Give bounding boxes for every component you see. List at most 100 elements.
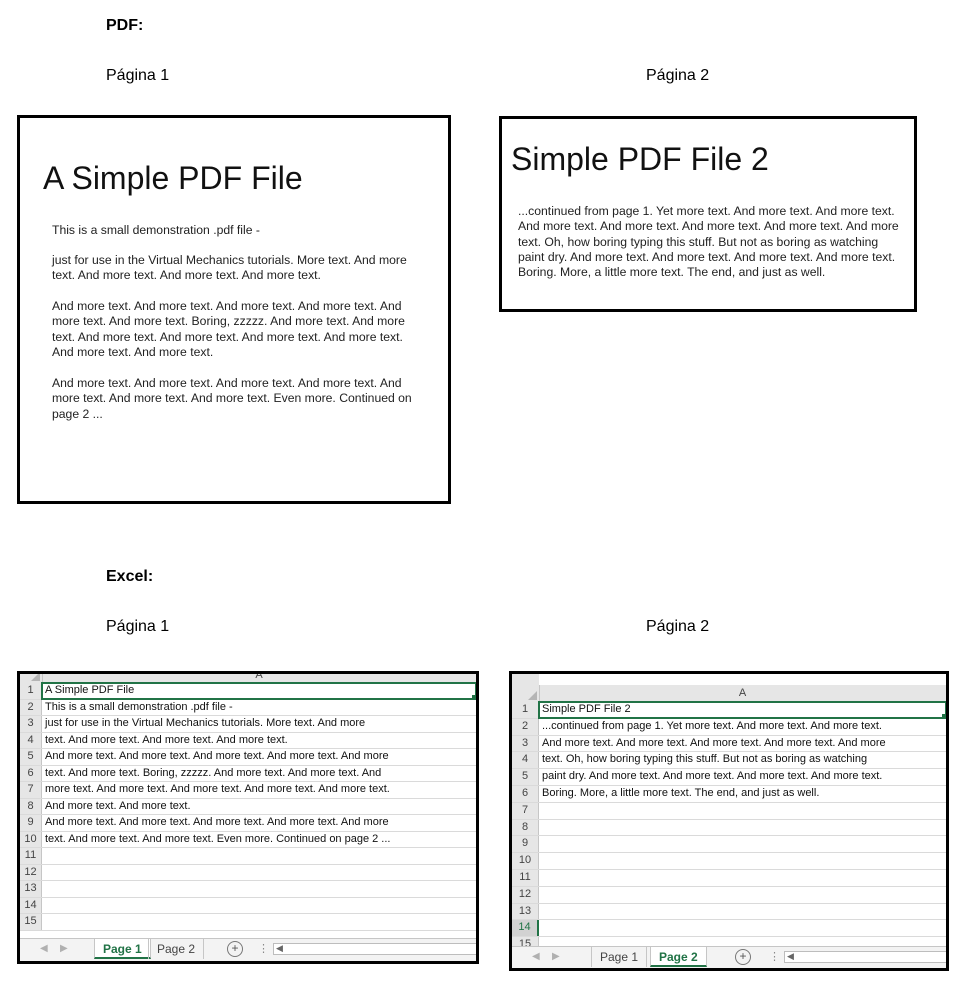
row-header[interactable]: 7 (512, 802, 539, 819)
cell[interactable]: And more text. And more text. And more t… (42, 815, 476, 831)
row-header[interactable]: 1 (512, 702, 539, 718)
cell[interactable] (42, 898, 476, 914)
sheet-row: 7 (512, 802, 946, 820)
pdf-section-heading: PDF: (106, 17, 144, 34)
column-header-a[interactable]: A (42, 674, 476, 681)
row-header[interactable]: 15 (20, 914, 42, 930)
cell[interactable]: Boring. More, a little more text. The en… (539, 786, 946, 802)
add-sheet-icon[interactable]: + (227, 941, 243, 957)
row-header[interactable]: 5 (20, 749, 42, 765)
excel-sheet-page1: A 1A Simple PDF File 2 This is a small dem… (17, 671, 479, 964)
cell[interactable]: And more text. And more text. And more t… (539, 736, 946, 752)
sheet-row: 3 just for use in the Virtual Mechanics t… (20, 716, 476, 733)
select-all-corner[interactable] (20, 674, 43, 683)
tab-scroll-right-icon[interactable]: ▶ (552, 951, 560, 962)
pdf-page1-paragraph: And more text. And more text. And more t… (52, 299, 405, 359)
sheet-row: 10 text. And more text. And more text. Ev… (20, 831, 476, 848)
sheet-row: 11 (20, 848, 476, 865)
row-header[interactable]: 12 (512, 886, 539, 903)
tab-scroll-left-icon[interactable]: ◀ (532, 951, 540, 962)
cell[interactable]: more text. And more text. And more text.… (42, 782, 476, 798)
sheet-row: 8 And more text. And more text. (20, 798, 476, 815)
sheet-row: 15 (20, 914, 476, 931)
row-header[interactable]: 6 (512, 786, 539, 802)
cell[interactable] (539, 920, 946, 936)
cell[interactable] (42, 881, 476, 897)
tab-scroll-left-icon[interactable]: ◀ (40, 943, 48, 954)
row-header[interactable]: 2 (512, 718, 539, 735)
cell[interactable] (539, 803, 946, 819)
row-header[interactable]: 6 (20, 765, 42, 781)
row-header[interactable]: 11 (20, 848, 42, 864)
row-header[interactable]: 9 (20, 815, 42, 831)
row-header[interactable]: 4 (20, 732, 42, 748)
sheet-row: 9 (512, 836, 946, 854)
excel-page2-label: Página 2 (646, 618, 710, 635)
row-header[interactable]: 5 (512, 769, 539, 785)
cell[interactable]: This is a small demonstration .pdf file … (42, 700, 476, 716)
selected-cell[interactable]: A Simple PDF File (41, 682, 476, 700)
scroll-left-arrow-icon[interactable]: ◀ (787, 951, 794, 962)
row-header[interactable]: 13 (512, 903, 539, 920)
cell[interactable] (539, 820, 946, 836)
select-all-corner[interactable] (512, 685, 540, 702)
sheet-row: 4 text. Oh, how boring typing this stuff.… (512, 752, 946, 770)
cell[interactable]: paint dry. And more text. And more text.… (539, 769, 946, 785)
sheet-tab-bar: ◀ ▶ Page 1 Page 2 + ⋮ ◀ (20, 938, 476, 961)
cell[interactable] (42, 865, 476, 881)
sheet-row: 13 (512, 903, 946, 921)
cell[interactable] (539, 904, 946, 920)
horizontal-scrollbar[interactable]: ◀ (784, 951, 946, 963)
pdf-page2-label: Página 2 (646, 67, 710, 84)
cell[interactable] (42, 914, 476, 930)
row-header[interactable]: 8 (512, 819, 539, 836)
tab-page-1[interactable]: Page 1 (591, 947, 648, 967)
row-header[interactable]: 11 (512, 870, 539, 886)
sheet-row: 14 (512, 920, 946, 938)
row-header[interactable]: 1 (20, 683, 42, 699)
row-header[interactable]: 14 (512, 920, 539, 937)
cell[interactable]: text. Oh, how boring typing this stuff. … (539, 752, 946, 768)
cell[interactable]: just for use in the Virtual Mechanics tu… (42, 716, 476, 732)
cell[interactable]: And more text. And more text. And more t… (42, 749, 476, 765)
sheet-row: 2 ...continued from page 1. Yet more text… (512, 718, 946, 736)
selected-cell[interactable]: Simple PDF File 2 (538, 701, 946, 719)
pdf-page2-title: Simple PDF File 2 (511, 141, 769, 177)
scroll-left-arrow-icon[interactable]: ◀ (276, 943, 283, 954)
row-header[interactable]: 13 (20, 881, 42, 897)
row-header[interactable]: 7 (20, 782, 42, 798)
sheet-row: 5 paint dry. And more text. And more text… (512, 769, 946, 786)
cell[interactable] (42, 848, 476, 864)
row-header[interactable]: 12 (20, 864, 42, 880)
pdf-page1-title: A Simple PDF File (43, 160, 303, 196)
row-header[interactable]: 3 (20, 716, 42, 732)
row-header[interactable]: 2 (20, 699, 42, 715)
tab-page-1[interactable]: Page 1 (94, 939, 151, 959)
tab-page-2[interactable]: Page 2 (650, 947, 707, 967)
row-header[interactable]: 10 (20, 831, 42, 847)
cell[interactable]: text. And more text. Boring, zzzzz. And … (42, 766, 476, 782)
sheet-row: 14 (20, 897, 476, 914)
add-sheet-icon[interactable]: + (735, 949, 751, 965)
more-options-icon[interactable]: ⋮ (769, 950, 780, 963)
row-header[interactable]: 10 (512, 853, 539, 869)
cell[interactable]: text. And more text. And more text. And … (42, 733, 476, 749)
cell[interactable]: text. And more text. And more text. Even… (42, 832, 476, 848)
cell[interactable] (539, 870, 946, 886)
cell[interactable] (539, 836, 946, 852)
row-header[interactable]: 14 (20, 897, 42, 913)
cell[interactable]: And more text. And more text. (42, 799, 476, 815)
column-header-a[interactable]: A (539, 685, 946, 702)
row-header[interactable]: 3 (512, 735, 539, 752)
tab-scroll-right-icon[interactable]: ▶ (60, 943, 68, 954)
more-options-icon[interactable]: ⋮ (258, 942, 269, 955)
cell[interactable]: ...continued from page 1. Yet more text.… (539, 719, 946, 735)
cell[interactable] (539, 853, 946, 869)
row-header[interactable]: 4 (512, 752, 539, 769)
tab-page-2[interactable]: Page 2 (148, 939, 205, 959)
row-header[interactable]: 8 (20, 798, 42, 814)
horizontal-scrollbar[interactable]: ◀ (273, 943, 476, 955)
cell[interactable] (539, 887, 946, 903)
sheet-row: 8 (512, 819, 946, 837)
row-header[interactable]: 9 (512, 836, 539, 853)
